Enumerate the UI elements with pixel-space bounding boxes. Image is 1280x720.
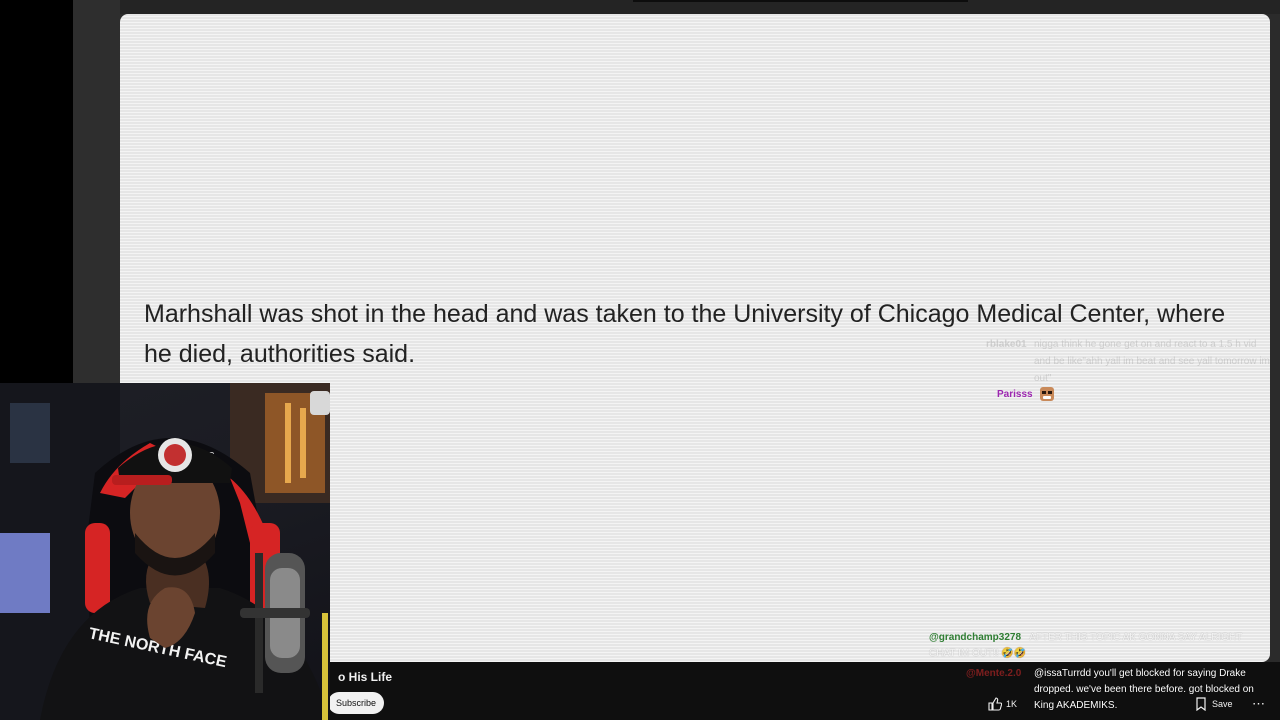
top-strip [120,0,1280,14]
video-title: o His Life [338,670,393,684]
emote-icon [1039,387,1054,401]
like-count: 1K [1006,699,1018,709]
chat-message-parisss: Parisss [997,386,1055,402]
chat-message-grandchamp: @grandchamp3278 AFTER THIS TOPIC AK GONN… [929,630,1269,662]
chat-text: nigga think he gone get on and react to … [1034,339,1270,384]
chat-username: @Mente.2.0 [966,668,1022,679]
chat-username: rblake01 [986,339,1027,350]
chat-text: @issaTurrdd you'll get blocked for sayin… [1034,668,1254,711]
thumbs-up-icon [988,697,1002,711]
top-tab-indicator [633,0,968,2]
subscribe-button[interactable]: Subscribe [328,692,385,714]
chat-username: @grandchamp3278 [929,632,1022,643]
like-button[interactable]: 1K [988,694,1017,714]
streamer-webcam-image: NG THE NORTH FACE [0,383,330,720]
chat-username: Parisss [997,388,1033,400]
webcam-overlay: NG THE NORTH FACE [0,383,330,720]
